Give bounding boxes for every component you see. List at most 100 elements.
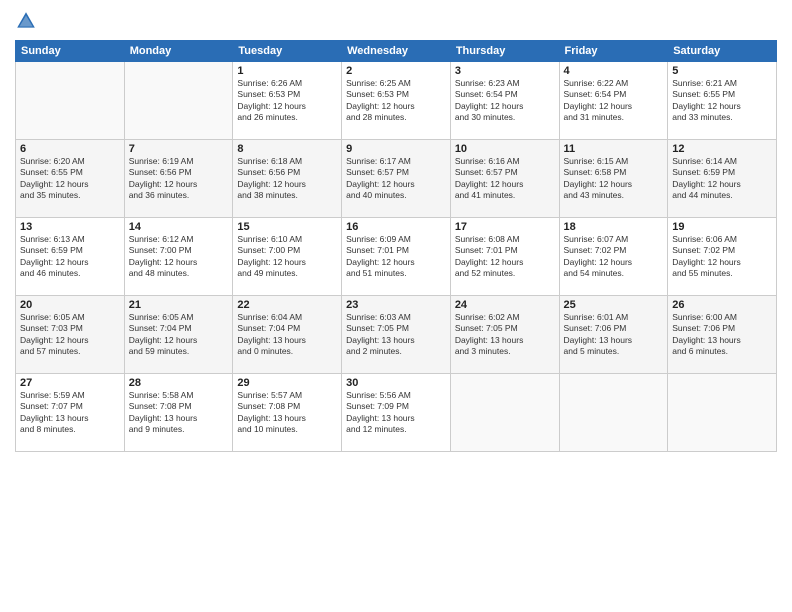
calendar-cell: 23Sunrise: 6:03 AM Sunset: 7:05 PM Dayli…: [342, 296, 451, 374]
day-number: 25: [564, 299, 664, 311]
calendar-cell: 25Sunrise: 6:01 AM Sunset: 7:06 PM Dayli…: [559, 296, 668, 374]
calendar-cell: 17Sunrise: 6:08 AM Sunset: 7:01 PM Dayli…: [450, 218, 559, 296]
calendar-cell: 19Sunrise: 6:06 AM Sunset: 7:02 PM Dayli…: [668, 218, 777, 296]
calendar-cell: 3Sunrise: 6:23 AM Sunset: 6:54 PM Daylig…: [450, 62, 559, 140]
calendar-cell: 4Sunrise: 6:22 AM Sunset: 6:54 PM Daylig…: [559, 62, 668, 140]
calendar-week-row: 20Sunrise: 6:05 AM Sunset: 7:03 PM Dayli…: [16, 296, 777, 374]
weekday-header-saturday: Saturday: [668, 41, 777, 62]
calendar-cell: 1Sunrise: 6:26 AM Sunset: 6:53 PM Daylig…: [233, 62, 342, 140]
day-info: Sunrise: 6:23 AM Sunset: 6:54 PM Dayligh…: [455, 78, 555, 124]
weekday-header-row: SundayMondayTuesdayWednesdayThursdayFrid…: [16, 41, 777, 62]
day-number: 27: [20, 377, 120, 389]
day-number: 14: [129, 221, 229, 233]
day-number: 13: [20, 221, 120, 233]
weekday-header-monday: Monday: [124, 41, 233, 62]
day-number: 29: [237, 377, 337, 389]
calendar-cell: 29Sunrise: 5:57 AM Sunset: 7:08 PM Dayli…: [233, 374, 342, 452]
day-info: Sunrise: 6:13 AM Sunset: 6:59 PM Dayligh…: [20, 234, 120, 280]
day-info: Sunrise: 6:14 AM Sunset: 6:59 PM Dayligh…: [672, 156, 772, 202]
day-number: 30: [346, 377, 446, 389]
calendar-cell: 7Sunrise: 6:19 AM Sunset: 6:56 PM Daylig…: [124, 140, 233, 218]
calendar-cell: 12Sunrise: 6:14 AM Sunset: 6:59 PM Dayli…: [668, 140, 777, 218]
calendar-cell: 8Sunrise: 6:18 AM Sunset: 6:56 PM Daylig…: [233, 140, 342, 218]
day-number: 15: [237, 221, 337, 233]
calendar-week-row: 27Sunrise: 5:59 AM Sunset: 7:07 PM Dayli…: [16, 374, 777, 452]
calendar-cell: 18Sunrise: 6:07 AM Sunset: 7:02 PM Dayli…: [559, 218, 668, 296]
day-number: 1: [237, 65, 337, 77]
day-number: 5: [672, 65, 772, 77]
day-info: Sunrise: 6:08 AM Sunset: 7:01 PM Dayligh…: [455, 234, 555, 280]
calendar-cell: 22Sunrise: 6:04 AM Sunset: 7:04 PM Dayli…: [233, 296, 342, 374]
day-info: Sunrise: 6:21 AM Sunset: 6:55 PM Dayligh…: [672, 78, 772, 124]
day-number: 4: [564, 65, 664, 77]
day-number: 11: [564, 143, 664, 155]
day-info: Sunrise: 5:59 AM Sunset: 7:07 PM Dayligh…: [20, 390, 120, 436]
calendar-cell: 20Sunrise: 6:05 AM Sunset: 7:03 PM Dayli…: [16, 296, 125, 374]
day-info: Sunrise: 6:03 AM Sunset: 7:05 PM Dayligh…: [346, 312, 446, 358]
day-number: 26: [672, 299, 772, 311]
day-number: 18: [564, 221, 664, 233]
weekday-header-wednesday: Wednesday: [342, 41, 451, 62]
calendar-week-row: 13Sunrise: 6:13 AM Sunset: 6:59 PM Dayli…: [16, 218, 777, 296]
calendar-cell: [450, 374, 559, 452]
calendar-cell: 16Sunrise: 6:09 AM Sunset: 7:01 PM Dayli…: [342, 218, 451, 296]
day-info: Sunrise: 6:09 AM Sunset: 7:01 PM Dayligh…: [346, 234, 446, 280]
day-info: Sunrise: 6:05 AM Sunset: 7:03 PM Dayligh…: [20, 312, 120, 358]
day-info: Sunrise: 6:26 AM Sunset: 6:53 PM Dayligh…: [237, 78, 337, 124]
header: [15, 10, 777, 32]
day-number: 2: [346, 65, 446, 77]
day-info: Sunrise: 6:12 AM Sunset: 7:00 PM Dayligh…: [129, 234, 229, 280]
day-number: 19: [672, 221, 772, 233]
day-info: Sunrise: 6:15 AM Sunset: 6:58 PM Dayligh…: [564, 156, 664, 202]
calendar-cell: 13Sunrise: 6:13 AM Sunset: 6:59 PM Dayli…: [16, 218, 125, 296]
weekday-header-friday: Friday: [559, 41, 668, 62]
day-number: 10: [455, 143, 555, 155]
day-number: 21: [129, 299, 229, 311]
day-number: 17: [455, 221, 555, 233]
day-number: 20: [20, 299, 120, 311]
day-number: 3: [455, 65, 555, 77]
day-info: Sunrise: 6:01 AM Sunset: 7:06 PM Dayligh…: [564, 312, 664, 358]
calendar-cell: 6Sunrise: 6:20 AM Sunset: 6:55 PM Daylig…: [16, 140, 125, 218]
calendar-cell: 2Sunrise: 6:25 AM Sunset: 6:53 PM Daylig…: [342, 62, 451, 140]
day-info: Sunrise: 6:06 AM Sunset: 7:02 PM Dayligh…: [672, 234, 772, 280]
day-info: Sunrise: 6:16 AM Sunset: 6:57 PM Dayligh…: [455, 156, 555, 202]
day-number: 6: [20, 143, 120, 155]
day-info: Sunrise: 6:00 AM Sunset: 7:06 PM Dayligh…: [672, 312, 772, 358]
day-number: 8: [237, 143, 337, 155]
calendar-cell: 9Sunrise: 6:17 AM Sunset: 6:57 PM Daylig…: [342, 140, 451, 218]
day-info: Sunrise: 5:58 AM Sunset: 7:08 PM Dayligh…: [129, 390, 229, 436]
day-info: Sunrise: 6:05 AM Sunset: 7:04 PM Dayligh…: [129, 312, 229, 358]
calendar-cell: 28Sunrise: 5:58 AM Sunset: 7:08 PM Dayli…: [124, 374, 233, 452]
calendar-cell: 24Sunrise: 6:02 AM Sunset: 7:05 PM Dayli…: [450, 296, 559, 374]
calendar-cell: 30Sunrise: 5:56 AM Sunset: 7:09 PM Dayli…: [342, 374, 451, 452]
day-number: 12: [672, 143, 772, 155]
calendar-cell: 26Sunrise: 6:00 AM Sunset: 7:06 PM Dayli…: [668, 296, 777, 374]
page: SundayMondayTuesdayWednesdayThursdayFrid…: [0, 0, 792, 612]
day-info: Sunrise: 5:56 AM Sunset: 7:09 PM Dayligh…: [346, 390, 446, 436]
day-number: 28: [129, 377, 229, 389]
calendar-cell: 10Sunrise: 6:16 AM Sunset: 6:57 PM Dayli…: [450, 140, 559, 218]
calendar-cell: 15Sunrise: 6:10 AM Sunset: 7:00 PM Dayli…: [233, 218, 342, 296]
calendar-cell: 21Sunrise: 6:05 AM Sunset: 7:04 PM Dayli…: [124, 296, 233, 374]
calendar-week-row: 6Sunrise: 6:20 AM Sunset: 6:55 PM Daylig…: [16, 140, 777, 218]
weekday-header-sunday: Sunday: [16, 41, 125, 62]
day-info: Sunrise: 6:10 AM Sunset: 7:00 PM Dayligh…: [237, 234, 337, 280]
day-info: Sunrise: 6:20 AM Sunset: 6:55 PM Dayligh…: [20, 156, 120, 202]
calendar-cell: [559, 374, 668, 452]
calendar-cell: [668, 374, 777, 452]
day-info: Sunrise: 6:17 AM Sunset: 6:57 PM Dayligh…: [346, 156, 446, 202]
day-info: Sunrise: 5:57 AM Sunset: 7:08 PM Dayligh…: [237, 390, 337, 436]
day-info: Sunrise: 6:07 AM Sunset: 7:02 PM Dayligh…: [564, 234, 664, 280]
calendar-cell: [124, 62, 233, 140]
day-info: Sunrise: 6:22 AM Sunset: 6:54 PM Dayligh…: [564, 78, 664, 124]
calendar-cell: 14Sunrise: 6:12 AM Sunset: 7:00 PM Dayli…: [124, 218, 233, 296]
calendar: SundayMondayTuesdayWednesdayThursdayFrid…: [15, 40, 777, 452]
weekday-header-thursday: Thursday: [450, 41, 559, 62]
day-number: 9: [346, 143, 446, 155]
calendar-cell: 11Sunrise: 6:15 AM Sunset: 6:58 PM Dayli…: [559, 140, 668, 218]
day-info: Sunrise: 6:04 AM Sunset: 7:04 PM Dayligh…: [237, 312, 337, 358]
day-number: 22: [237, 299, 337, 311]
calendar-cell: 27Sunrise: 5:59 AM Sunset: 7:07 PM Dayli…: [16, 374, 125, 452]
day-info: Sunrise: 6:18 AM Sunset: 6:56 PM Dayligh…: [237, 156, 337, 202]
